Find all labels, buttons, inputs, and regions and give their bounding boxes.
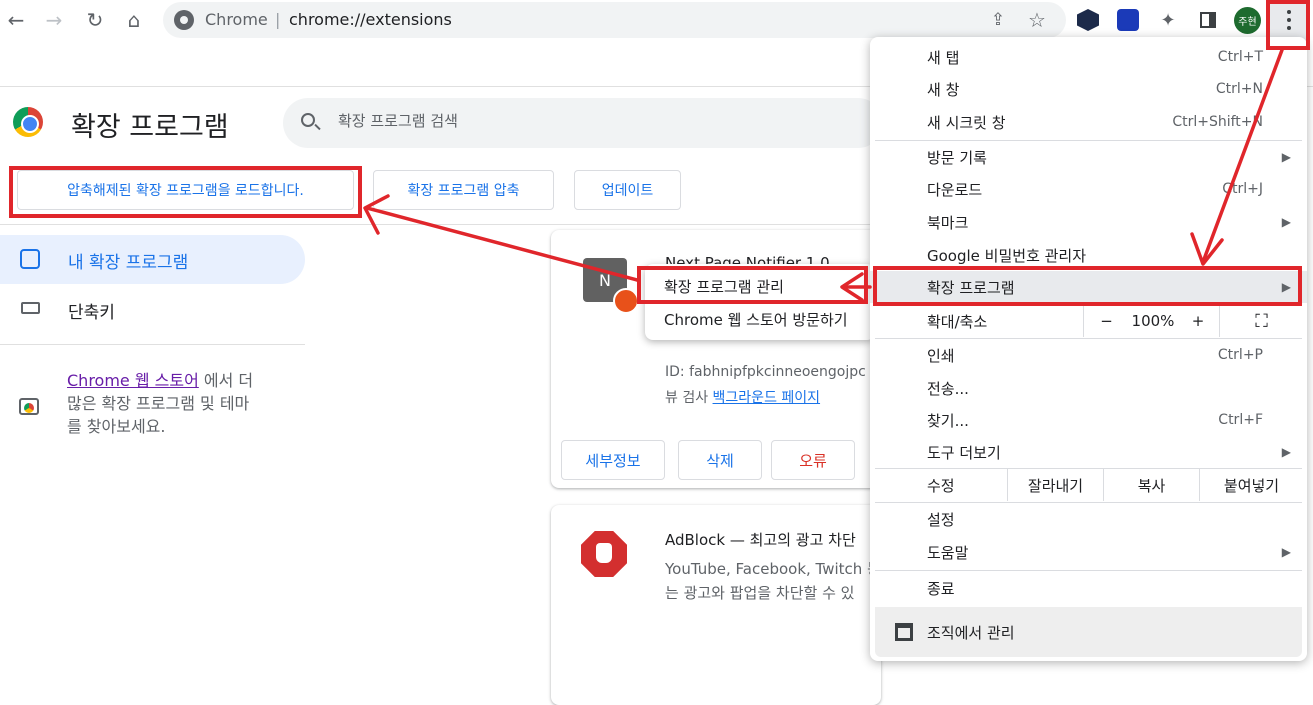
annotation-arrows xyxy=(363,48,1284,302)
arrow-manage-to-load xyxy=(365,206,639,282)
arrow-kebab-to-extensions xyxy=(1201,48,1284,264)
arrowhead-left-2 xyxy=(363,194,390,235)
